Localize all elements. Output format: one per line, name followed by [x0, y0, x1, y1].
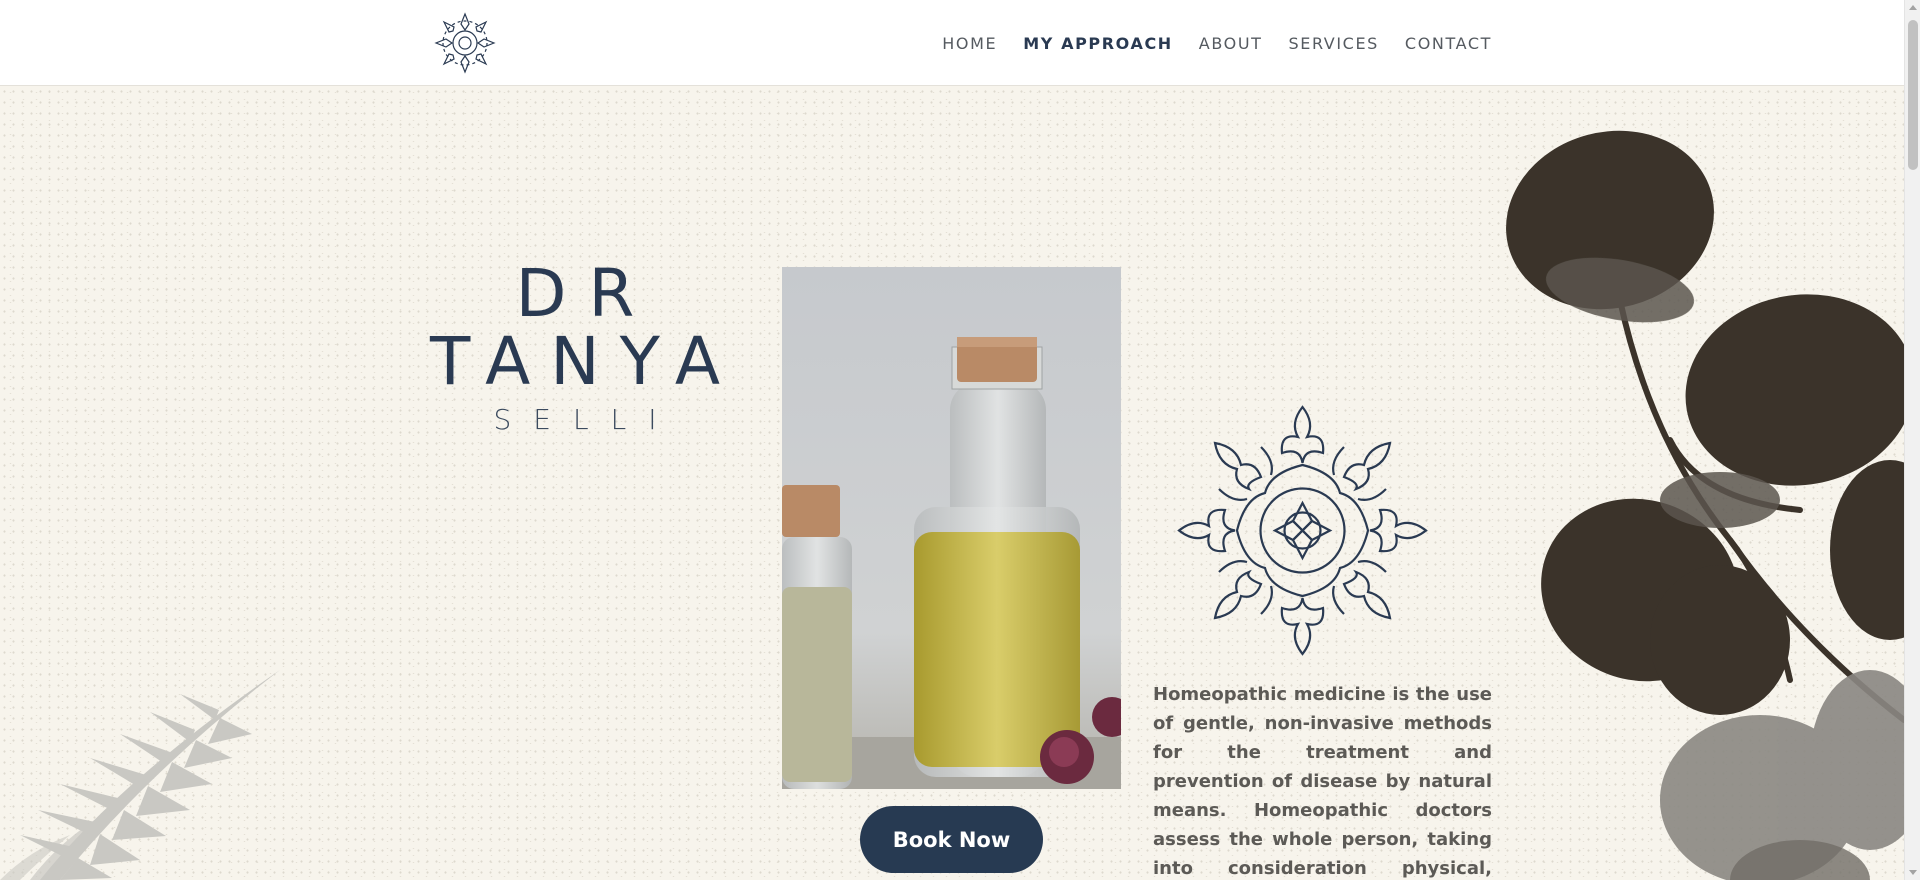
- oil-bottles-photo: [782, 267, 1121, 789]
- eucalyptus-illustration: [1506, 130, 1904, 880]
- scroll-down-icon[interactable]: [1909, 870, 1917, 875]
- title-line-2: TANYA: [429, 323, 741, 400]
- site-header: HOME MY APPROACH ABOUT SERVICES CONTACT: [0, 0, 1904, 86]
- scroll-up-icon[interactable]: [1909, 5, 1917, 10]
- intro-paragraph: Homeopathic medicine is the use of gentl…: [1153, 684, 1492, 879]
- fern-illustration: [0, 670, 280, 880]
- page-scrollbar[interactable]: [1904, 0, 1920, 880]
- scroll-thumb[interactable]: [1908, 20, 1918, 170]
- hero-title: DR TANYA SELLI: [400, 260, 750, 438]
- nav-my-approach[interactable]: MY APPROACH: [1023, 34, 1173, 53]
- nav-contact[interactable]: CONTACT: [1405, 34, 1492, 53]
- nav-about[interactable]: ABOUT: [1199, 34, 1263, 53]
- mandala-icon: [1177, 405, 1428, 656]
- title-subtitle: SELLI: [493, 403, 679, 436]
- main-nav: HOME MY APPROACH ABOUT SERVICES CONTACT: [942, 0, 1492, 86]
- nav-home[interactable]: HOME: [942, 34, 997, 53]
- nav-services[interactable]: SERVICES: [1289, 34, 1379, 53]
- mandala-logo-icon[interactable]: [432, 10, 498, 76]
- book-now-button[interactable]: Book Now: [860, 806, 1043, 873]
- title-line-1: DR: [515, 255, 657, 332]
